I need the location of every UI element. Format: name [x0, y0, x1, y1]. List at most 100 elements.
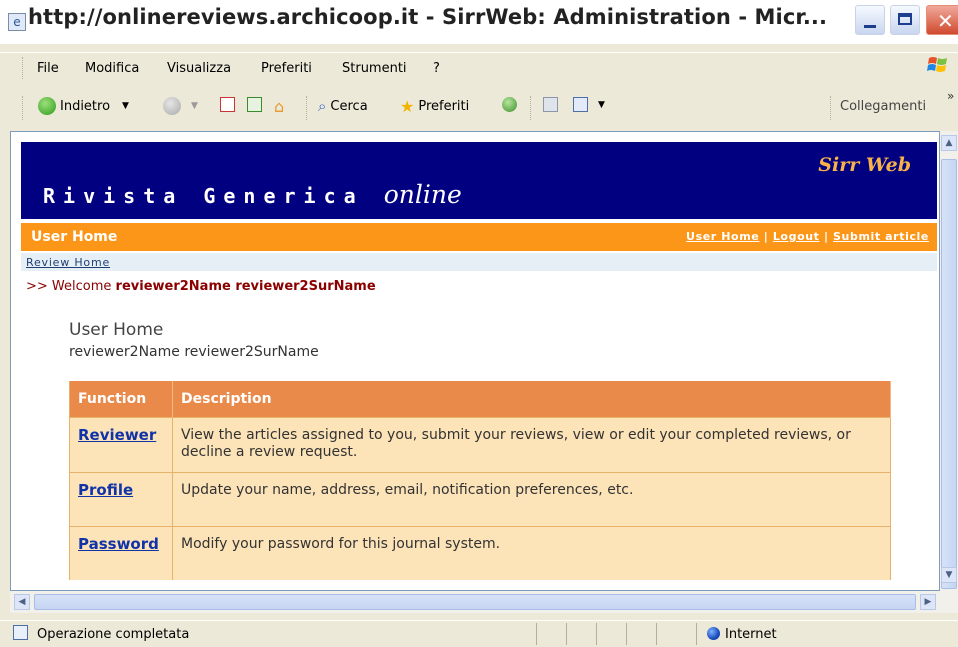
refresh-icon: [247, 97, 262, 112]
links-button[interactable]: Collegamenti: [840, 99, 926, 114]
star-icon: ★: [400, 97, 415, 116]
site-title-main: Rivista Generica: [43, 184, 364, 208]
maximize-icon: [898, 13, 912, 25]
toolbar-grip: [22, 96, 25, 120]
windows-logo-icon: [927, 57, 947, 72]
status-text: Operazione completata: [37, 627, 190, 642]
favorites-label: Preferiti: [418, 99, 470, 114]
ie-page-icon: e: [8, 13, 26, 31]
description-cell: Update your name, address, email, notifi…: [172, 472, 891, 527]
edit-dropdown-icon[interactable]: ▼: [598, 100, 605, 110]
search-button[interactable]: ⌕ Cerca: [318, 97, 368, 115]
print-button[interactable]: [543, 97, 558, 112]
scroll-right-icon[interactable]: ▶: [920, 594, 936, 610]
link-separator: |: [823, 230, 829, 243]
close-icon: ✕: [937, 9, 954, 33]
minimize-icon: [864, 25, 876, 28]
stop-icon: [220, 97, 235, 112]
password-link[interactable]: Password: [78, 535, 159, 553]
toolbar-overflow-icon[interactable]: »: [947, 89, 954, 103]
history-icon: [502, 97, 517, 112]
table-header-row: Function Description: [69, 381, 891, 418]
site-banner: Sirr Web Rivista Generica online: [21, 142, 937, 219]
menu-file[interactable]: File: [37, 61, 59, 76]
maximize-button[interactable]: [890, 5, 920, 35]
submit-article-link[interactable]: Submit article: [833, 230, 929, 243]
functions-table: Function Description Reviewer View the a…: [69, 381, 891, 580]
security-zone: Internet: [725, 627, 777, 642]
title-bar: e http://onlinereviews.archicoop.it - Si…: [0, 0, 958, 44]
standard-toolbar: Indietro ▼ ▼ ⌂ ⌕ Cerca ★ Preferiti ▼: [0, 90, 958, 124]
back-dropdown-icon[interactable]: ▼: [122, 101, 129, 111]
menu-strumenti[interactable]: Strumenti: [342, 61, 407, 76]
status-separator: [596, 623, 597, 645]
favorites-button[interactable]: ★ Preferiti: [400, 97, 469, 116]
search-label: Cerca: [330, 98, 368, 114]
status-bar: Operazione completata Internet: [0, 620, 958, 647]
forward-dropdown-icon[interactable]: ▼: [191, 101, 198, 111]
toolbar-separator: [306, 96, 309, 120]
table-row: Profile Update your name, address, email…: [69, 472, 891, 527]
vertical-scroll-thumb[interactable]: [941, 159, 957, 589]
review-home-link[interactable]: Review Home: [26, 256, 110, 269]
welcome-user-name: reviewer2Name reviewer2SurName: [115, 279, 376, 294]
refresh-button[interactable]: [247, 97, 262, 112]
profile-link[interactable]: Profile: [78, 481, 133, 499]
toolbar-separator-2: [530, 96, 533, 120]
history-button[interactable]: [502, 97, 517, 112]
site-title-suffix: online: [383, 180, 462, 209]
column-header-description: Description: [172, 381, 891, 418]
horizontal-scrollbar[interactable]: ◀ ▶: [10, 591, 958, 613]
section-label: User Home: [31, 229, 118, 245]
brand-logo: Sirr Web: [818, 154, 911, 176]
scroll-left-icon[interactable]: ◀: [14, 594, 30, 610]
vertical-scrollbar[interactable]: ▲ ▼: [940, 131, 958, 591]
breadcrumb: Review Home: [21, 253, 937, 271]
status-separator: [656, 623, 657, 645]
stop-button[interactable]: [220, 97, 235, 112]
reviewer-link[interactable]: Reviewer: [78, 426, 156, 444]
function-cell: Password: [69, 526, 173, 580]
table-row: Reviewer View the articles assigned to y…: [69, 417, 891, 473]
welcome-prefix: >> Welcome: [26, 279, 112, 294]
section-bar: User Home User Home | Logout | Submit ar…: [21, 223, 937, 251]
function-cell: Profile: [69, 472, 173, 527]
window-title: http://onlinereviews.archicoop.it - Sirr…: [28, 5, 828, 29]
back-button[interactable]: Indietro ▼: [38, 97, 129, 115]
back-label: Indietro: [60, 98, 111, 114]
close-button[interactable]: ✕: [926, 5, 958, 35]
internet-globe-icon: [707, 627, 720, 640]
status-separator: [566, 623, 567, 645]
logout-link[interactable]: Logout: [773, 230, 820, 243]
user-full-name: reviewer2Name reviewer2SurName: [69, 344, 319, 360]
user-home-link[interactable]: User Home: [686, 230, 759, 243]
description-cell: Modify your password for this journal sy…: [172, 526, 891, 580]
page-title: User Home: [69, 320, 164, 340]
edit-icon: [573, 97, 588, 112]
menu-visualizza[interactable]: Visualizza: [167, 61, 231, 76]
function-cell: Reviewer: [69, 417, 173, 473]
menu-preferiti[interactable]: Preferiti: [261, 61, 312, 76]
browser-viewport: Sirr Web Rivista Generica online User Ho…: [10, 131, 940, 591]
menu-bar: File Modifica Visualizza Preferiti Strum…: [0, 52, 958, 83]
minimize-button[interactable]: [855, 5, 885, 35]
search-icon: ⌕: [318, 97, 327, 115]
print-icon: [543, 97, 558, 112]
forward-button[interactable]: ▼: [163, 97, 198, 115]
page-status-icon: [13, 625, 28, 640]
forward-arrow-icon: [163, 97, 181, 115]
scroll-down-icon[interactable]: ▼: [941, 567, 957, 583]
table-row: Password Modify your password for this j…: [69, 526, 891, 580]
home-button[interactable]: ⌂: [274, 97, 284, 116]
edit-button[interactable]: ▼: [573, 97, 605, 112]
menu-help[interactable]: ?: [433, 61, 440, 76]
site-title: Rivista Generica online: [43, 180, 462, 209]
horizontal-scroll-thumb[interactable]: [34, 594, 916, 610]
menu-grip: [22, 57, 25, 79]
status-separator: [626, 623, 627, 645]
home-icon: ⌂: [274, 97, 285, 116]
scroll-up-icon[interactable]: ▲: [941, 135, 957, 151]
status-separator: [536, 623, 537, 645]
menu-modifica[interactable]: Modifica: [85, 61, 139, 76]
status-separator: [696, 623, 697, 645]
